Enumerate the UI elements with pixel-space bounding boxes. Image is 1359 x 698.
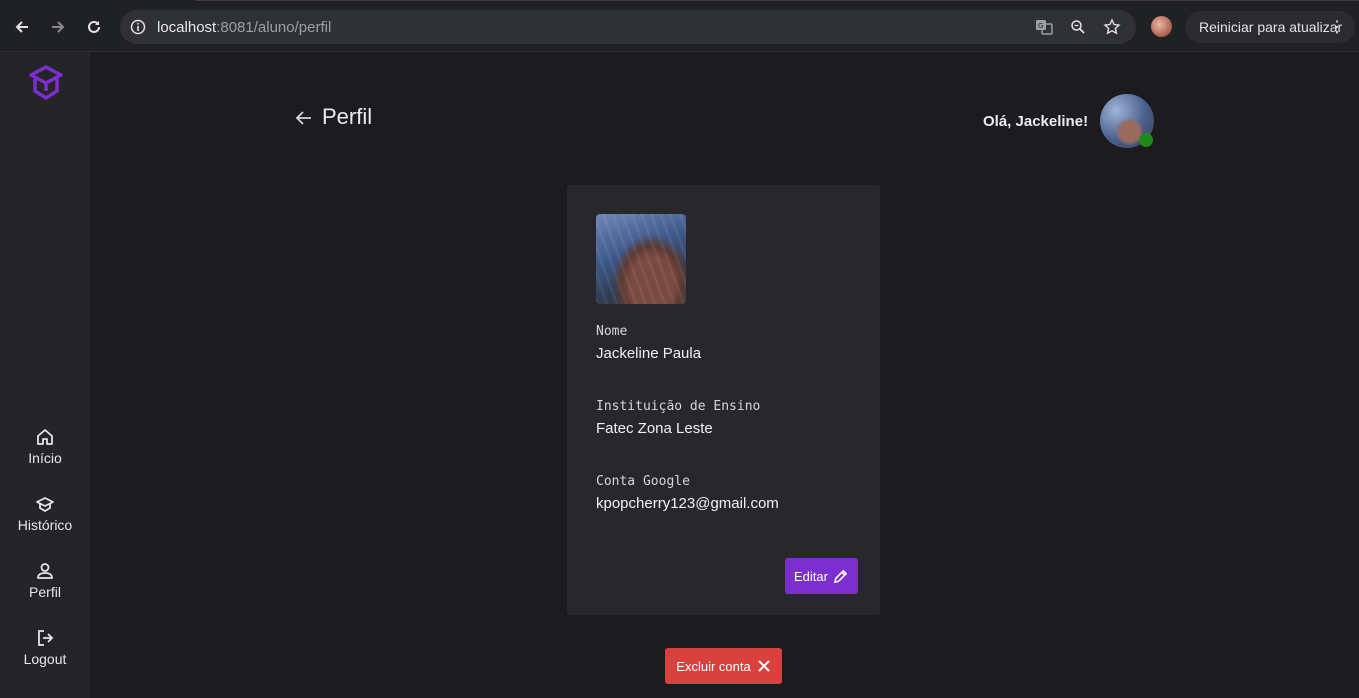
arrow-left-icon [15,21,28,33]
tab-strip-edge [358,0,1359,4]
reload-button[interactable] [80,13,108,41]
profile-photo [596,214,686,304]
sidebar-item-label: Perfil [29,584,61,600]
zoom-icon[interactable] [1068,17,1088,37]
reload-icon [88,20,100,33]
sidebar-item-historico[interactable]: Histórico [0,494,90,533]
institution-label: Instituição de Ensino [596,399,761,414]
profile-card: Nome Jackeline Paula Instituição de Ensi… [567,185,880,615]
logo-icon[interactable] [27,64,65,102]
restart-to-update-label: Reiniciar para atualizar [1199,19,1343,35]
kebab-menu-icon[interactable]: ⋮ [1329,17,1345,37]
url-host: localhost [157,18,217,36]
delete-account-button[interactable]: Excluir conta [665,648,782,684]
user-icon [37,563,53,579]
logout-icon [38,630,54,646]
edit-button[interactable]: Editar [785,558,858,594]
close-icon [757,660,770,672]
arrow-right-icon [52,21,65,33]
restart-to-update-button[interactable]: Reiniciar para atualizar ⋮ [1185,11,1355,43]
greeting-text: Olá, Jackeline! [983,113,1089,130]
institution-value: Fatec Zona Leste [596,420,713,437]
info-icon[interactable] [130,19,146,35]
sidebar-item-label: Logout [23,651,67,667]
sidebar-item-perfil[interactable]: Perfil [0,561,90,600]
browser-profile-avatar[interactable] [1151,16,1172,37]
svg-text:G: G [1038,22,1043,30]
online-status-indicator [1139,133,1153,147]
sidebar-item-label: Início [28,450,62,466]
home-icon [37,429,53,445]
sidebar: Início Histórico Perfil Logout [0,52,90,698]
sidebar-item-label: Histórico [17,517,73,533]
name-value: Jackeline Paula [596,345,702,362]
sidebar-item-inicio[interactable]: Início [0,427,90,466]
google-account-label: Conta Google [596,474,690,489]
sidebar-item-logout[interactable]: Logout [0,628,90,667]
edit-button-label: Editar [794,568,828,584]
pencil-icon [834,569,847,583]
tab-strip [195,0,360,4]
back-arrow-icon[interactable] [294,108,314,128]
url-path: :8081/aluno/perfil [216,18,332,36]
google-account-value: kpopcherry123@gmail.com [596,495,779,512]
forward-button[interactable] [44,13,72,41]
user-avatar[interactable] [1100,94,1154,148]
browser-toolbar: localhost:8081/aluno/perfil G Reiniciar … [0,0,1359,52]
delete-account-label: Excluir conta [676,658,751,674]
graduation-cap-icon [36,497,54,513]
name-label: Nome [596,324,628,339]
back-button[interactable] [8,13,36,41]
address-bar[interactable]: localhost:8081/aluno/perfil G [120,10,1136,44]
star-icon[interactable] [1102,17,1122,37]
translate-icon[interactable]: G [1034,17,1054,37]
page-title: Perfil [322,104,373,129]
